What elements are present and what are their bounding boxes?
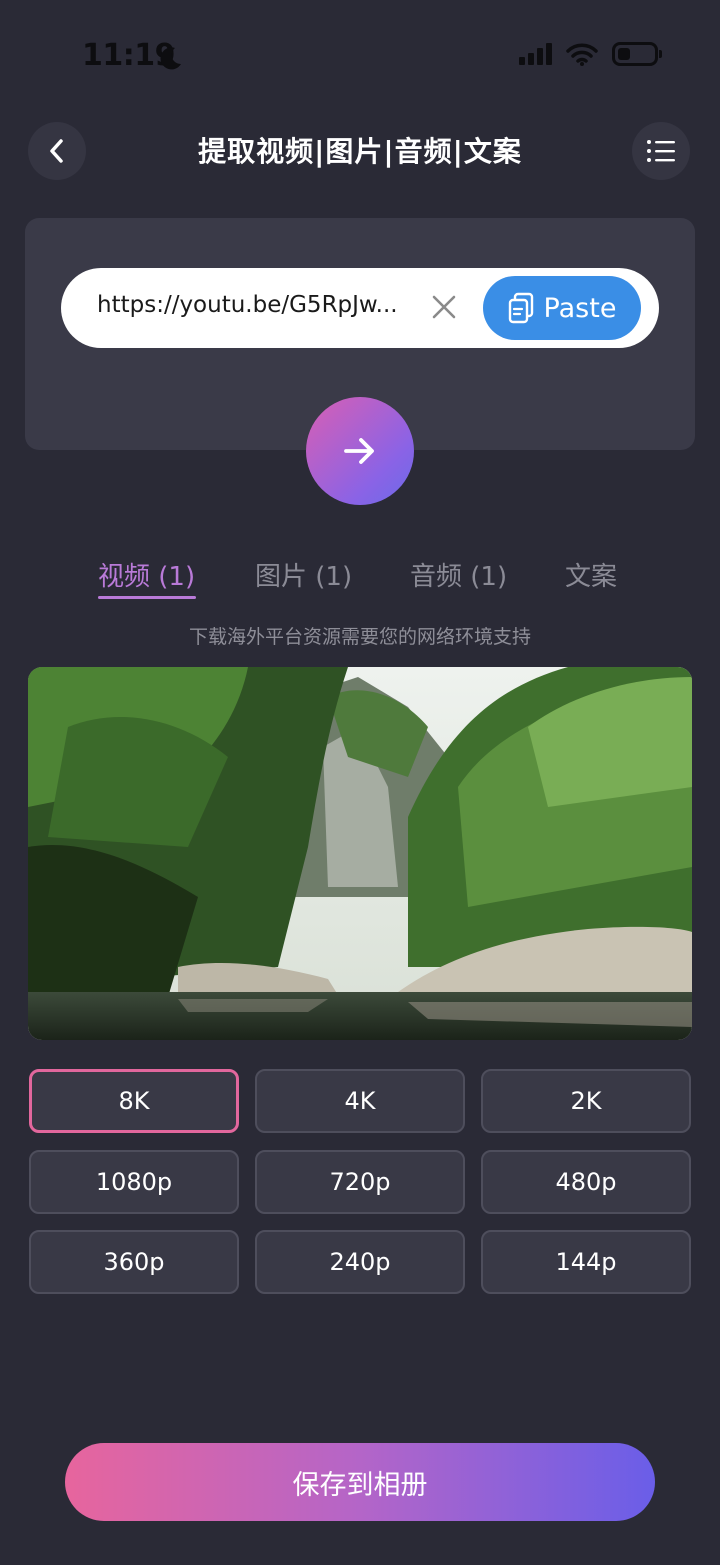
url-input[interactable]: https://youtu.be/G5RpJw... Paste — [61, 268, 659, 348]
quality-option-4k[interactable]: 4K — [255, 1069, 465, 1133]
parse-submit-button[interactable] — [306, 397, 414, 505]
status-icons — [519, 42, 662, 66]
network-notice: 下载海外平台资源需要您的网络环境支持 — [188, 626, 531, 648]
active-tab-indicator — [98, 596, 196, 599]
clipboard-icon — [508, 292, 533, 324]
wifi-icon — [566, 43, 598, 66]
quality-option-720p[interactable]: 720p — [255, 1150, 465, 1214]
arrow-right-icon — [344, 438, 374, 464]
clear-x-icon[interactable] — [429, 292, 459, 322]
page-title: 提取视频|图片|音频|文案 — [198, 135, 522, 168]
quality-option-1080p[interactable]: 1080p — [29, 1150, 239, 1214]
quality-option-480p[interactable]: 480p — [481, 1150, 691, 1214]
tab-image[interactable]: 图片 (1) — [255, 556, 352, 593]
thumbnail-image — [28, 667, 692, 1040]
moon-icon — [160, 47, 181, 70]
tab-video[interactable]: 视频 (1) — [98, 556, 195, 593]
video-thumbnail[interactable] — [28, 667, 692, 1040]
paste-button[interactable]: Paste — [483, 276, 641, 340]
url-input-value[interactable]: https://youtu.be/G5RpJw... — [97, 292, 415, 318]
quality-option-8k[interactable]: 8K — [29, 1069, 239, 1133]
quality-option-144p[interactable]: 144p — [481, 1230, 691, 1294]
battery-icon — [612, 42, 662, 66]
paste-button-label: Paste — [543, 292, 617, 324]
save-to-album-button[interactable]: 保存到相册 — [65, 1443, 655, 1521]
tab-audio[interactable]: 音频 (1) — [410, 556, 507, 593]
quality-option-240p[interactable]: 240p — [255, 1230, 465, 1294]
cellular-signal-icon — [519, 43, 552, 65]
app-screen: 11:19 提取视频|图片|音频|文案 https://youtu.be/G5R… — [0, 0, 720, 1565]
menu-button[interactable] — [632, 122, 690, 180]
quality-option-360p[interactable]: 360p — [29, 1230, 239, 1294]
tab-text[interactable]: 文案 — [565, 556, 617, 593]
list-menu-icon — [647, 140, 675, 162]
quality-option-2k[interactable]: 2K — [481, 1069, 691, 1133]
